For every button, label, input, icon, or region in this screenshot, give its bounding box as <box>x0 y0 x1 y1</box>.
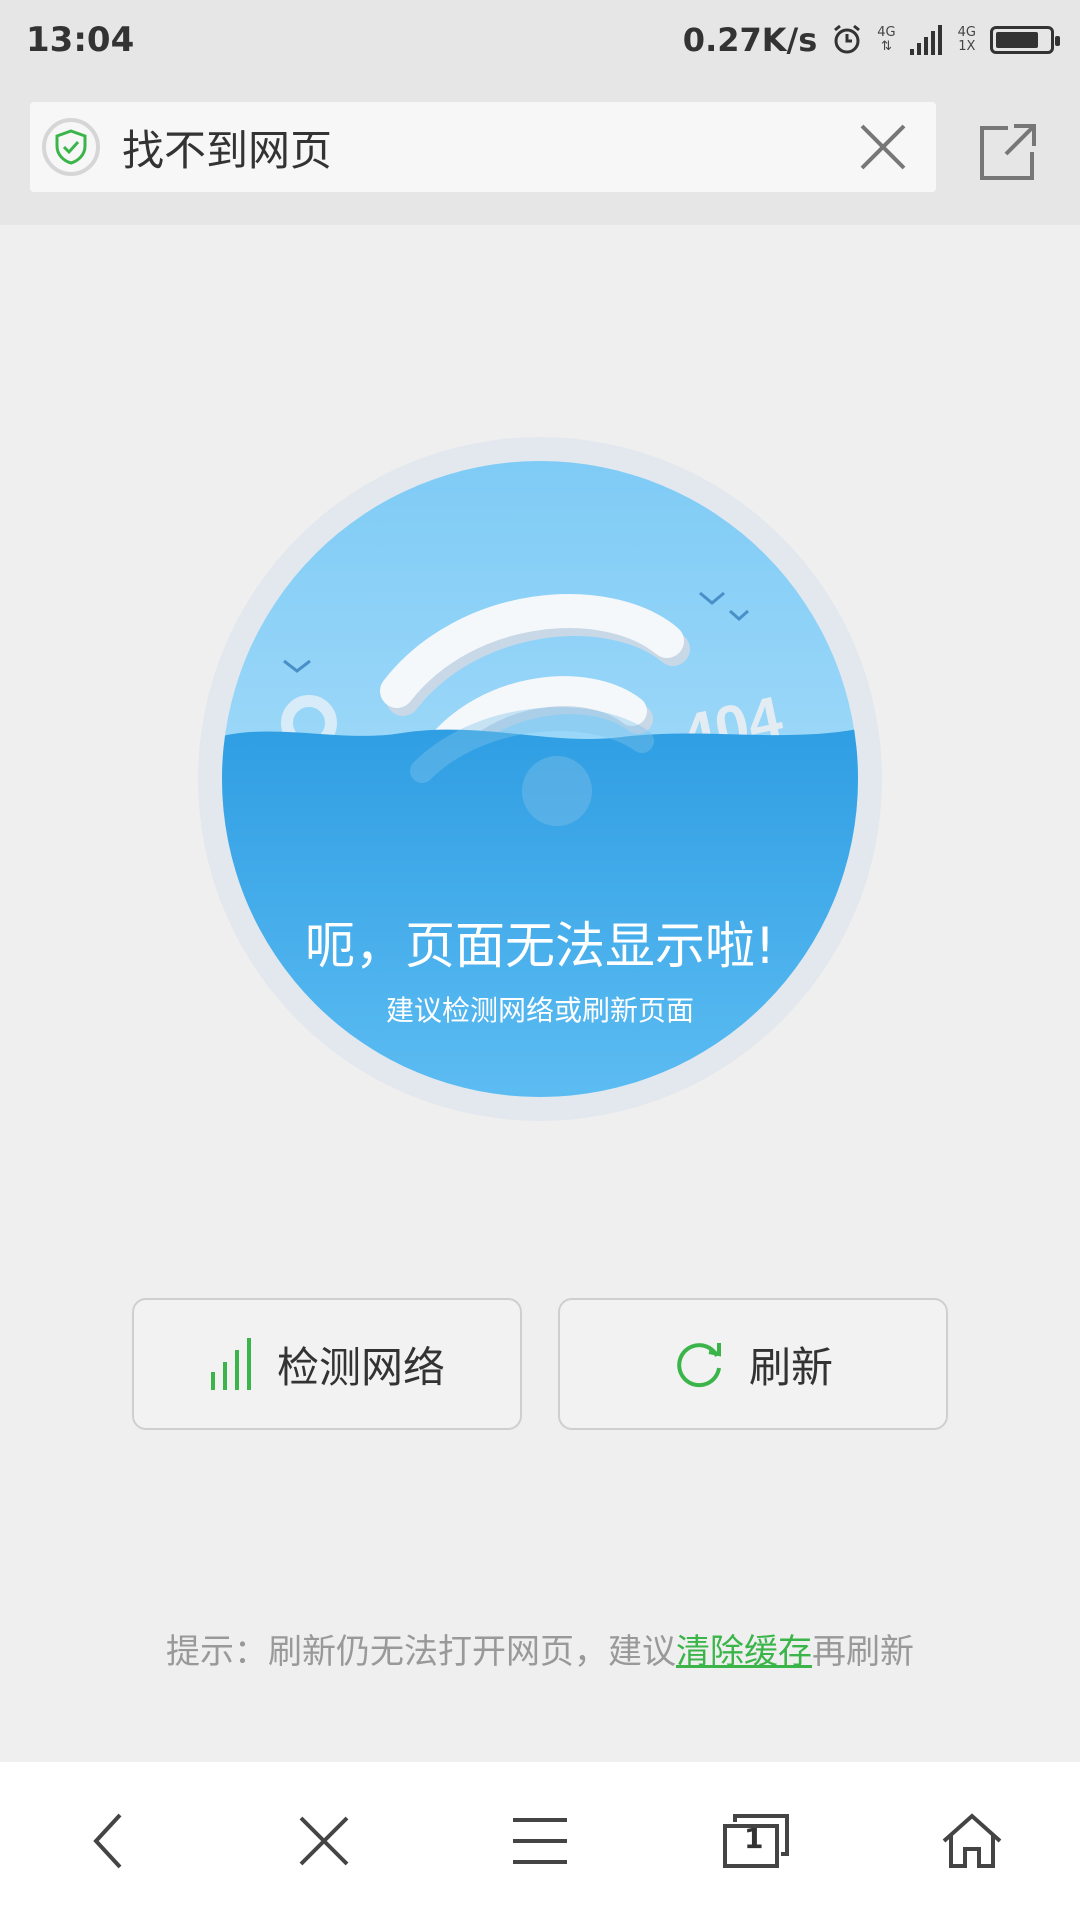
menu-icon <box>513 1818 567 1864</box>
signal-icon-1 <box>909 25 942 55</box>
battery-level <box>996 32 1038 48</box>
battery-icon <box>990 26 1060 54</box>
error-subtitle: 建议检测网络或刷新页面 <box>385 994 694 1027</box>
data-arrows-icon: ⇅ <box>881 39 892 54</box>
home-icon <box>942 1813 1002 1868</box>
error-circle: 404 呃，页面无法显示啦! 建议检测网络或刷新页面 <box>222 461 858 1097</box>
menu-button[interactable] <box>495 1796 585 1886</box>
refresh-label: 刷新 <box>748 1342 833 1392</box>
url-bar[interactable]: 找不到网页 <box>30 102 936 192</box>
bottom-nav: 1 <box>0 1762 1080 1920</box>
network-speed: 0.27K/s <box>682 21 818 59</box>
check-network-button[interactable]: 检测网络 <box>132 1298 522 1430</box>
close-icon[interactable] <box>858 122 908 172</box>
refresh-icon <box>677 1343 721 1388</box>
hint-text: 提示：刷新仍无法打开网页，建议清除缓存再刷新 <box>0 1624 1080 1673</box>
error-title: 呃，页面无法显示啦! <box>304 917 776 975</box>
status-indicators: 0.27K/s 4G ⇅ 4G 1X <box>682 21 1060 59</box>
clear-cache-link[interactable]: 清除缓存 <box>676 1632 812 1672</box>
signal-bars-icon <box>210 1338 251 1390</box>
home-button[interactable] <box>927 1796 1017 1886</box>
network-type-primary: 4G ⇅ <box>877 25 896 54</box>
error-illustration: 404 呃，页面无法显示啦! 建议检测网络或刷新页面 <box>198 437 882 1121</box>
network-type-secondary: 4G 1X <box>957 25 976 54</box>
status-bar: 13:04 0.27K/s 4G ⇅ 4G 1X <box>0 0 1080 80</box>
share-external-icon[interactable] <box>978 122 1038 182</box>
tab-count: 1 <box>744 1822 764 1855</box>
tabs-button[interactable]: 1 <box>711 1796 801 1886</box>
back-button[interactable] <box>63 1796 153 1886</box>
security-shield-icon[interactable] <box>42 118 100 176</box>
hint-prefix: 提示：刷新仍无法打开网页，建议 <box>166 1632 676 1672</box>
check-network-label: 检测网络 <box>276 1342 445 1392</box>
wifi-dot-reflection <box>522 756 592 826</box>
close-icon <box>299 1816 349 1866</box>
hint-suffix: 再刷新 <box>812 1632 914 1672</box>
page-title: 找不到网页 <box>122 125 333 175</box>
alarm-icon <box>834 24 861 54</box>
close-page-button[interactable] <box>279 1796 369 1886</box>
status-time: 13:04 <box>26 20 135 60</box>
refresh-button[interactable]: 刷新 <box>558 1298 948 1430</box>
address-bar-area: 找不到网页 <box>0 80 1080 225</box>
back-icon <box>93 1813 122 1869</box>
